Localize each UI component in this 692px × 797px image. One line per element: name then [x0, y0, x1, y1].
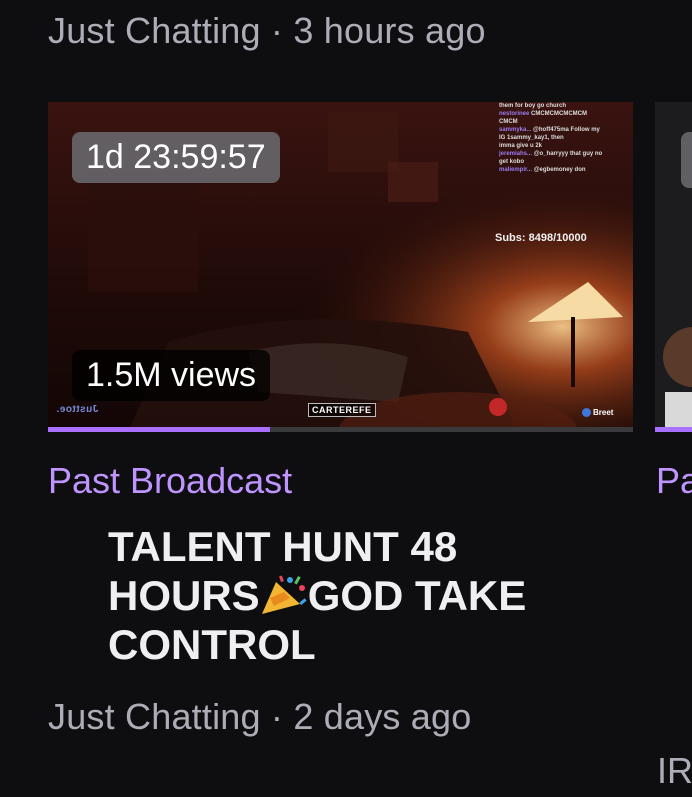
- chat-message: imma give u 2k: [499, 142, 627, 150]
- video-meta: Just Chatting · 2 days ago: [48, 696, 471, 738]
- sponsor-watermark: Breet: [582, 408, 614, 418]
- sponsor-logo-icon: [582, 408, 591, 418]
- channel-watermark: CARTEREFE: [308, 403, 376, 417]
- next-video-thumbnail[interactable]: [655, 102, 692, 432]
- chat-text: imma give u 2k: [499, 143, 543, 149]
- watch-progress-fill: [48, 427, 271, 432]
- chat-text: them for boy go church: [499, 103, 567, 109]
- chat-text: CMCMCMCMCMCM: [531, 111, 588, 117]
- next-duration-badge: [681, 132, 692, 188]
- past-broadcast-label[interactable]: Past Broadcast: [48, 460, 292, 502]
- chat-message: maliempir... @egbemoney don: [499, 166, 627, 174]
- duration-badge: 1d 23:59:57: [72, 132, 280, 183]
- watch-progress-track: [48, 427, 633, 432]
- chat-message: CMCM: [499, 118, 627, 126]
- party-popper-icon: [261, 575, 307, 614]
- chat-text: IG 1sammy_kay1, then: [499, 135, 564, 141]
- chat-message: get kobo: [499, 158, 627, 166]
- next-card-meta-partial: IR: [657, 750, 692, 791]
- chat-username: jeremiahs...: [499, 151, 534, 157]
- category-link[interactable]: Just Chatting: [48, 10, 261, 51]
- chat-message: sammyka... @hoff475ma Follow my: [499, 126, 627, 134]
- video-thumbnail[interactable]: 1d 23:59:57 1.5M views them for boy go c…: [48, 102, 633, 432]
- meta-separator: ·: [270, 696, 284, 737]
- chat-username: nestorinee: [499, 111, 532, 117]
- chat-text: @egbemoney don: [533, 167, 586, 173]
- previous-card-meta: Just Chatting · 3 hours ago: [48, 10, 486, 52]
- stream-age: 3 hours ago: [293, 10, 486, 51]
- chat-message: jeremiahs... @o_harryyy that guy no: [499, 150, 627, 158]
- watermark-left: Justtoe.: [56, 404, 99, 415]
- chat-message: them for boy go church: [499, 102, 627, 110]
- stream-chat-overlay: them for boy go church nestorinee CMCMCMC…: [499, 102, 627, 174]
- chat-message: nestorinee CMCMCMCMCMCM: [499, 110, 627, 118]
- sponsor-name: Breet: [593, 408, 614, 417]
- chat-text: get kobo: [499, 159, 524, 165]
- chat-text: CMCM: [499, 119, 518, 125]
- views-badge: 1.5M views: [72, 350, 271, 401]
- chat-message: IG 1sammy_kay1, then: [499, 134, 627, 142]
- category-link[interactable]: Just Chatting: [48, 696, 261, 737]
- next-watch-progress: [655, 427, 692, 432]
- video-title[interactable]: TALENT HUNT 48 HOURS GOD TAKE CONTROL: [108, 522, 578, 669]
- chat-username: sammyka...: [499, 127, 534, 133]
- chat-username: maliempir...: [499, 167, 534, 173]
- next-past-broadcast-label[interactable]: Pa: [656, 460, 692, 502]
- chat-text: @hoff475ma Follow my: [533, 127, 600, 133]
- meta-separator: ·: [270, 10, 284, 51]
- chat-text: @o_harryyy that guy no: [533, 151, 603, 157]
- subs-counter-overlay: Subs: 8498/10000: [495, 232, 587, 244]
- stream-age: 2 days ago: [293, 696, 472, 737]
